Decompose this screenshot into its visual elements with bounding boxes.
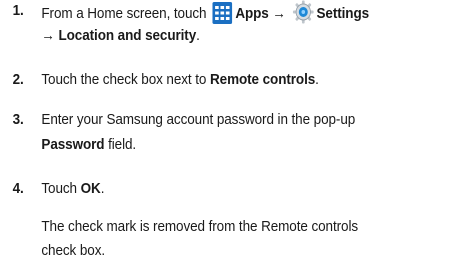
note-line-1: The check mark is removed from the Remot… — [41, 218, 359, 235]
step-text: Touch OK. — [41, 178, 104, 199]
step-text: Touch the check box next to Remote contr… — [41, 69, 319, 90]
step-1-prefix: From a Home screen, touch — [41, 5, 207, 22]
step-number: 2. — [12, 71, 24, 88]
password-label: Password — [41, 136, 105, 153]
field-suffix: field. — [104, 136, 137, 153]
step-2-prefix: Touch the check box next to — [41, 71, 207, 88]
location-security-label: Location and security — [58, 27, 197, 44]
settings-gear-icon — [292, 0, 314, 30]
step-number: 3. — [12, 111, 24, 128]
step-text: Enter your Samsung account password in t… — [41, 111, 356, 128]
step-number: 4. — [12, 180, 24, 197]
step-4-prefix: Touch — [41, 180, 77, 197]
settings-label: Settings — [316, 5, 370, 22]
step-3-continued: Password field. — [41, 134, 136, 155]
period: . — [100, 180, 105, 197]
apps-label: Apps — [235, 5, 269, 22]
arrow: → — [272, 5, 286, 22]
step-number: 1. — [12, 2, 24, 19]
ok-label: OK — [80, 180, 101, 197]
note-line-2: check box. — [41, 242, 106, 259]
remote-controls-label: Remote controls — [209, 71, 316, 88]
period: . — [196, 27, 200, 44]
step-1-continued: → Location and security. — [41, 25, 199, 46]
period: . — [315, 71, 319, 88]
instruction-page: 1. From a Home screen, touch Apps → Sett… — [0, 0, 455, 262]
arrow: → — [41, 27, 55, 44]
apps-grid-icon — [212, 2, 233, 30]
